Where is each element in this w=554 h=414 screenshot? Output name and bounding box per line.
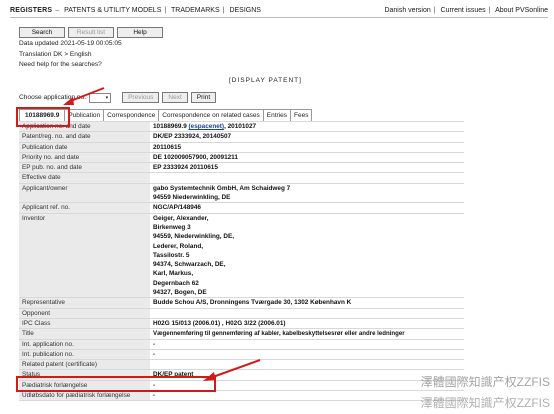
row-value-line: 94374, Schwarzach, DE, <box>153 261 226 269</box>
search-button-row: Search Result list Help <box>19 27 163 38</box>
row-value <box>150 359 464 371</box>
row-value-line: 94559 Niederwinkling, DE <box>153 194 231 202</box>
table-row: Patent/reg. no. and date DK/EP 2333924, 2… <box>19 131 464 143</box>
row-value: 10188969.9 (espacenet), 20101027 <box>150 120 464 133</box>
row-value: DK/EP 2333924, 20140507 <box>150 131 464 143</box>
choose-application-row: Choose application no. ▾ Previous Next P… <box>19 92 217 103</box>
top-nav-right: Danish version | Current issues | About PV… <box>384 6 548 14</box>
row-label: Effective date <box>19 172 150 184</box>
table-row: Application no. and date 10188969.9 (espa… <box>19 120 464 133</box>
row-value: Vægennemføring til gennemføring af kable… <box>150 328 464 340</box>
tab-correspondence[interactable]: Correspondence <box>103 109 160 121</box>
status-highlight-box <box>16 376 216 392</box>
row-value-line: 94327, Bogen, DE <box>153 289 207 297</box>
arrow-icon <box>63 87 105 105</box>
row-value-line: Karl, Markus, <box>153 270 194 278</box>
nav-trademarks[interactable]: TRADEMARKS <box>171 7 220 14</box>
data-updated-text: Data updated 2021-05-19 00:05:05 <box>19 40 122 47</box>
row-value: gabo Systemtechnik GmbH, Am Schaidweg 7 9… <box>150 182 464 204</box>
page-title: [DISPLAY PATENT] <box>229 77 302 84</box>
row-value-line: Tassilostr. 5 <box>153 251 190 259</box>
table-row: IPC Class H02G 15/013 (2006.01) , H02G 3/… <box>19 317 464 330</box>
row-value: DE 102009057900, 20091211 <box>150 151 464 164</box>
row-value: - <box>150 338 464 350</box>
nav-registers[interactable]: REGISTERS <box>10 7 52 14</box>
nav-current-issues[interactable]: Current issues <box>441 7 486 14</box>
table-row: Opponent <box>19 307 464 319</box>
row-label: Applicant/owner <box>19 182 150 204</box>
table-row: Inventor Geiger, Alexander, Birkenweg 3 945… <box>19 212 464 299</box>
row-label: IPC Class <box>19 317 150 330</box>
row-value-text: 10188969.9 <box>153 123 189 130</box>
row-label: Opponent <box>19 307 150 319</box>
row-label: Patent/reg. no. and date <box>19 131 150 143</box>
need-help-link[interactable]: Need help for the searches? <box>19 61 102 68</box>
row-value-line: 94559, Niederwinkling, DE, <box>153 233 234 241</box>
row-value: H02G 15/013 (2006.01) , H02G 3/22 (2006.… <box>150 317 464 330</box>
row-value <box>150 307 464 319</box>
row-label: Priority no. and date <box>19 151 150 164</box>
tab-correspondence-related[interactable]: Correspondence on related cases <box>158 109 264 121</box>
row-value-line: Degernbach 62 <box>153 279 199 287</box>
row-label: EP pub. no. and date <box>19 162 150 174</box>
row-label: Representative <box>19 297 150 309</box>
tab-entries[interactable]: Entries <box>262 109 292 121</box>
table-row: Udløbsdato for pædiatrisk forlængelse - <box>19 390 464 402</box>
row-value-date: , 20101027 <box>224 123 257 130</box>
row-value-line: Lederer, Roland, <box>153 242 204 250</box>
tab-highlight-box <box>16 107 70 127</box>
watermark-text-bottom: 澤體國際知識产权ZZFIS <box>420 396 550 410</box>
table-row: Title Vægennemføring til gennemføring af … <box>19 328 464 340</box>
row-value <box>150 172 464 184</box>
row-value: Budde Schou A/S, Dronningens Tværgade 30… <box>150 297 464 309</box>
tab-publication[interactable]: Publication <box>64 109 105 121</box>
table-row: Priority no. and date DE 102009057900, 20… <box>19 151 464 164</box>
table-row: Effective date <box>19 172 464 184</box>
row-value: Geiger, Alexander, Birkenweg 3 94559, Nied… <box>150 212 464 299</box>
row-label: Title <box>19 328 150 340</box>
nav-about[interactable]: About PVSonline <box>495 7 548 14</box>
row-value: - <box>150 348 464 361</box>
table-row: Applicant ref. no. NGC/AP/148946 <box>19 202 464 214</box>
translation-text: Translation DK > English <box>19 51 92 58</box>
row-value-line: Geiger, Alexander, <box>153 214 209 222</box>
table-row: Representative Budde Schou A/S, Dronninge… <box>19 297 464 309</box>
row-label: Related patent (certificate) <box>19 359 150 371</box>
row-value: EP 2333924 20110615 <box>150 162 464 174</box>
nav-patents[interactable]: PATENTS & UTILITY MODELS <box>64 7 161 14</box>
search-button[interactable]: Search <box>19 27 65 38</box>
row-value: NGC/AP/148946 <box>150 202 464 214</box>
row-value-line: Birkenweg 3 <box>153 223 191 231</box>
row-value: 20110615 <box>150 141 464 153</box>
watermark-text: 澤體國際知識产权ZZFIS <box>420 375 550 389</box>
row-label: Int. application no. <box>19 338 150 350</box>
table-row: Int. application no. - <box>19 338 464 350</box>
top-nav-left: REGISTERS – PATENTS & UTILITY MODELS | TRA… <box>10 6 261 14</box>
result-list-button[interactable]: Result list <box>68 27 114 38</box>
row-label: Applicant ref. no. <box>19 202 150 214</box>
espacenet-link[interactable]: (espacenet) <box>189 123 225 130</box>
row-label: Udløbsdato for pædiatrisk forlængelse <box>19 390 150 402</box>
table-row: Applicant/owner gabo Systemtechnik GmbH, … <box>19 182 464 204</box>
top-divider <box>10 17 548 18</box>
table-row: EP pub. no. and date EP 2333924 20110615 <box>19 162 464 174</box>
next-button[interactable]: Next <box>162 92 188 103</box>
row-label: Int. publication no. <box>19 348 150 361</box>
print-button[interactable]: Print <box>190 92 217 103</box>
nav-designs[interactable]: DESIGNS <box>229 7 261 14</box>
row-value: - <box>150 390 464 402</box>
nav-danish-version[interactable]: Danish version <box>384 7 430 14</box>
row-label: Publication date <box>19 141 150 153</box>
help-button[interactable]: Help <box>117 27 163 38</box>
top-navigation: REGISTERS – PATENTS & UTILITY MODELS | TRA… <box>10 4 548 16</box>
table-row: Publication date 20110615 <box>19 141 464 153</box>
row-value-line: gabo Systemtechnik GmbH, Am Schaidweg 7 <box>153 184 291 192</box>
tab-fees[interactable]: Fees <box>290 109 313 121</box>
row-label: Inventor <box>19 212 150 299</box>
arrow-icon <box>203 359 261 381</box>
previous-button[interactable]: Previous <box>122 92 160 103</box>
